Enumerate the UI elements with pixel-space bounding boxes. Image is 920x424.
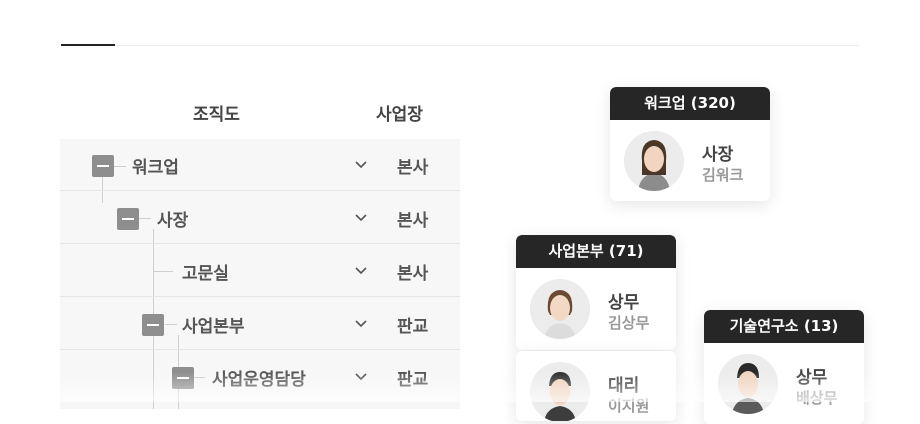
collapse-toggle-icon[interactable] [117,208,139,230]
tab-bar-line [61,45,859,46]
card-group-title: 기술연구소 (13) [704,310,864,343]
person-title: 상무 [608,293,640,313]
avatar [530,362,590,421]
collapse-toggle-icon[interactable] [92,155,114,177]
chevron-down-icon[interactable] [354,370,368,382]
tree-row-label: 워크업 [132,158,179,178]
org-card-member[interactable]: 대리 이지원 [516,351,676,421]
person-title: 상무 [796,368,828,388]
tree-row-site: 판교 [397,370,429,390]
org-tree-table: 워크업 본사 사장 본사 고문실 본사 사업본부 판교 사업운영담당 판교 [60,139,460,409]
collapse-toggle-icon[interactable] [172,367,194,389]
org-card-workup[interactable]: 워크업 (320) 사장 김워크 [610,87,770,201]
person-title: 사장 [702,145,734,165]
person-title: 대리 [608,376,640,396]
tree-row-label: 고문실 [182,264,229,284]
org-column-header: 조직도 [193,105,240,125]
tree-row-label: 사업본부 [182,317,245,337]
person-name: 김워크 [702,166,744,184]
tree-row-site: 판교 [397,317,429,337]
tree-row-workup[interactable]: 워크업 본사 [60,139,460,191]
chevron-down-icon[interactable] [354,158,368,170]
person-name: 배상무 [796,389,838,407]
chevron-down-icon[interactable] [354,211,368,223]
org-card-business-hq[interactable]: 사업본부 (71) 상무 김상무 [516,235,676,350]
card-group-title: 워크업 (320) [610,87,770,120]
tree-row-president[interactable]: 사장 본사 [60,192,460,244]
tree-row-site: 본사 [397,211,429,231]
card-group-title: 사업본부 (71) [516,235,676,268]
avatar [530,279,590,339]
chevron-down-icon[interactable] [354,317,368,329]
tree-row-label: 사장 [157,211,189,231]
tree-row-site: 본사 [397,264,429,284]
avatar [718,354,778,414]
tree-row-advisory[interactable]: 고문실 본사 [60,245,460,297]
person-name: 김상무 [608,314,650,332]
org-card-research-lab[interactable]: 기술연구소 (13) 상무 배상무 [704,310,864,424]
avatar [624,131,684,191]
tree-row-label: 사업운영담당 [212,370,306,390]
person-name: 이지원 [608,397,650,415]
site-column-header: 사업장 [376,105,423,125]
collapse-toggle-icon[interactable] [142,314,164,336]
tree-header: 조직도 사업장 [60,100,460,125]
tree-row-site: 본사 [397,158,429,178]
chevron-down-icon[interactable] [354,264,368,276]
tab-active-indicator[interactable] [61,44,115,46]
tree-row-business-hq[interactable]: 사업본부 판교 [60,298,460,350]
tree-row-business-ops[interactable]: 사업운영담당 판교 [60,351,460,403]
